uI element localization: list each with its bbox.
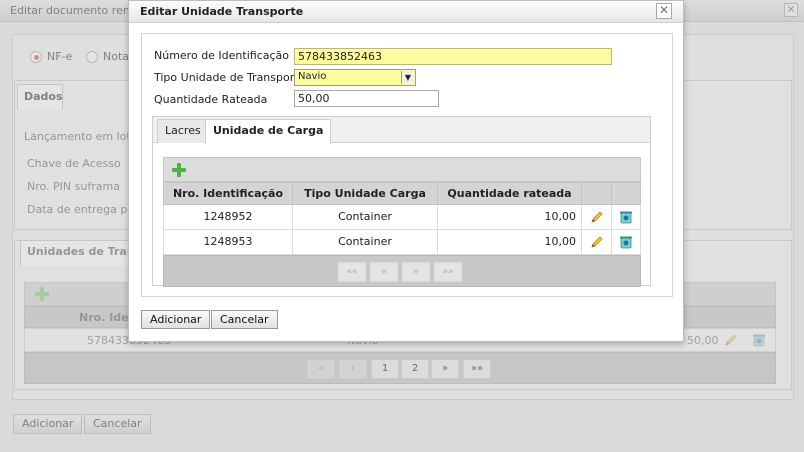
delete-icon[interactable]	[618, 209, 634, 225]
cell-tipo: Container	[293, 205, 438, 229]
tipo-unidade-label: Tipo Unidade de Transporte	[154, 71, 306, 84]
tipo-unidade-selected-value: Navio	[298, 71, 327, 82]
col-tipo-unidade-carga[interactable]: Tipo Unidade Carga	[293, 183, 438, 204]
quantidade-rateada-input[interactable]	[294, 90, 439, 107]
editar-unidade-dialog: Editar Unidade Transporte ✕ Número de Id…	[128, 0, 684, 342]
col-edit	[582, 183, 612, 204]
modal-overlay-right	[684, 0, 804, 452]
tipo-unidade-select[interactable]: Navio ▼	[294, 69, 416, 86]
grid-pager: «« « » »»	[163, 255, 641, 287]
unidade-tabs-panel: Lacres Unidade de Carga Nro. Identificaç…	[152, 116, 651, 287]
grid-pager-last-button[interactable]: »»	[434, 262, 462, 282]
table-row[interactable]: 1248953 Container 10,00	[163, 230, 641, 255]
tab-lacres[interactable]: Lacres	[157, 119, 209, 143]
col-nro-identificacao[interactable]: Nro. Identificação	[164, 183, 293, 204]
grid-toolbar	[163, 157, 641, 182]
dialog-form-panel: Número de Identificação Tipo Unidade de …	[141, 33, 673, 297]
edit-icon[interactable]	[589, 234, 605, 250]
numero-identificacao-input[interactable]	[294, 48, 612, 65]
grid-pager-next-button[interactable]: »	[402, 262, 430, 282]
table-row[interactable]: 1248952 Container 10,00	[163, 205, 641, 230]
grid-header: Nro. Identificação Tipo Unidade Carga Qu…	[163, 182, 641, 205]
delete-icon[interactable]	[618, 234, 634, 250]
quantidade-rateada-label: Quantidade Rateada	[154, 93, 268, 106]
add-carga-button[interactable]	[172, 163, 186, 180]
adicionar-button[interactable]: Adicionar	[141, 310, 211, 329]
cell-tipo: Container	[293, 230, 438, 254]
cancelar-button[interactable]: Cancelar	[211, 310, 278, 329]
col-delete	[612, 183, 640, 204]
cell-nro: 1248953	[164, 230, 293, 254]
edit-icon[interactable]	[589, 209, 605, 225]
tab-bar: Lacres Unidade de Carga	[153, 117, 650, 144]
col-quantidade-rateada[interactable]: Quantidade rateada	[438, 183, 582, 204]
modal-overlay-left	[0, 0, 128, 452]
grid-pager-first-button[interactable]: ««	[338, 262, 366, 282]
dialog-titlebar[interactable]: Editar Unidade Transporte ✕	[129, 1, 683, 23]
tab-unidade-carga[interactable]: Unidade de Carga	[205, 119, 332, 144]
dialog-title: Editar Unidade Transporte	[140, 5, 304, 18]
cell-qtd: 10,00	[438, 205, 582, 229]
cell-qtd: 10,00	[438, 230, 582, 254]
grid-pager-prev-button[interactable]: «	[370, 262, 398, 282]
close-icon[interactable]: ✕	[656, 3, 672, 19]
chevron-down-icon[interactable]: ▼	[401, 71, 414, 84]
cell-nro: 1248952	[164, 205, 293, 229]
numero-identificacao-label: Número de Identificação	[154, 49, 290, 62]
modal-overlay-bottom	[128, 342, 684, 452]
plus-icon	[172, 163, 186, 177]
